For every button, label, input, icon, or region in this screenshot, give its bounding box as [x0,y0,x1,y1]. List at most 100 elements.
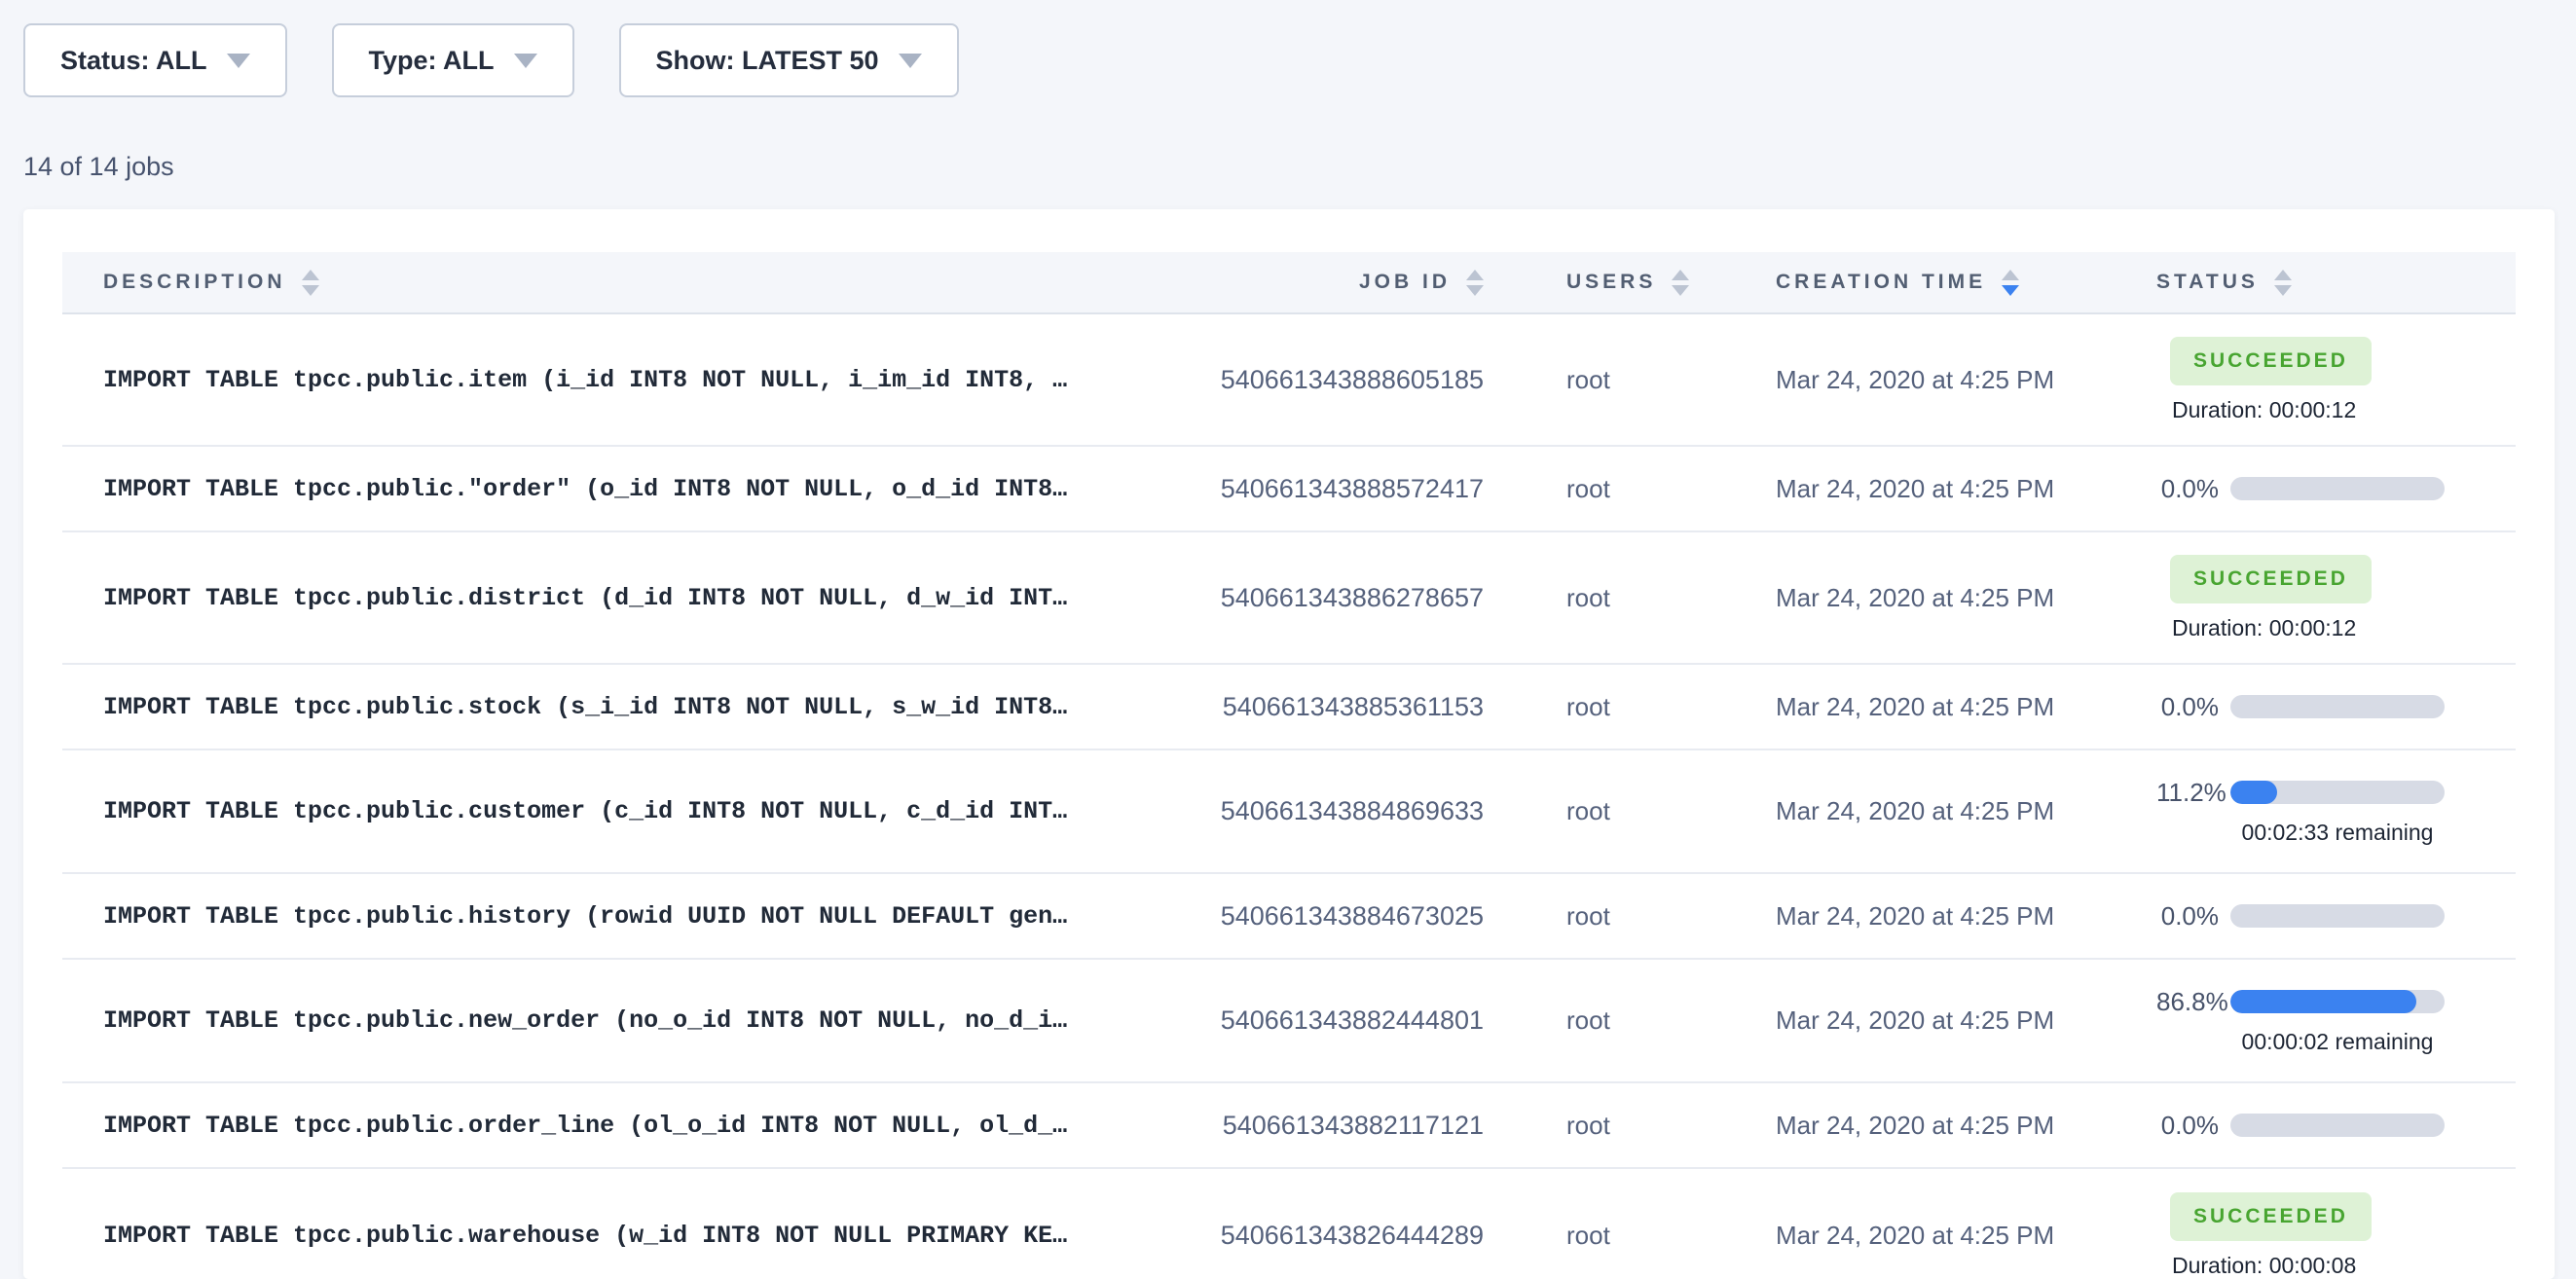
status-progress: 11.2% [2156,778,2516,808]
status-percent: 0.0% [2156,901,2219,932]
table-row: IMPORT TABLE tpcc.public.stock (s_i_id I… [62,665,2516,750]
job-id: 540661343884869633 [1149,796,1484,826]
status-duration: Duration: 00:00:08 [2172,1253,2516,1279]
status-progress: 0.0% [2156,1111,2516,1141]
job-id: 540661343882444801 [1149,1005,1484,1036]
job-creation-time: Mar 24, 2020 at 4:25 PM [1776,1221,2156,1251]
status-progress: 86.8% [2156,987,2516,1017]
job-description: IMPORT TABLE tpcc.public."order" (o_id I… [62,475,1149,503]
column-header-creation-time[interactable]: CREATION TIME [1776,270,2156,296]
status-remaining: 00:00:02 remaining [2230,1029,2445,1055]
job-id: 540661343884673025 [1149,901,1484,932]
status-duration: Duration: 00:00:12 [2172,615,2516,641]
table-row: IMPORT TABLE tpcc.public.order_line (ol_… [62,1083,2516,1169]
job-user: root [1484,1005,1776,1036]
column-header-status[interactable]: STATUS [2156,270,2516,296]
progress-bar [2230,904,2445,928]
progress-bar-fill [2230,990,2416,1013]
status-percent: 0.0% [2156,474,2219,504]
column-header-label: JOB ID [1359,271,1451,294]
chevron-down-icon [899,54,922,68]
status-progress: 0.0% [2156,901,2516,932]
job-user: root [1484,474,1776,504]
sort-arrows-icon [1672,270,1689,296]
job-description: IMPORT TABLE tpcc.public.history (rowid … [62,902,1149,931]
job-user: root [1484,583,1776,613]
progress-bar [2230,781,2445,804]
job-status-cell: 0.0% [2156,901,2516,932]
status-percent: 0.0% [2156,1111,2219,1141]
job-description: IMPORT TABLE tpcc.public.customer (c_id … [62,797,1149,825]
table-row: IMPORT TABLE tpcc.public."order" (o_id I… [62,447,2516,532]
chevron-down-icon [227,54,250,68]
table-row: IMPORT TABLE tpcc.public.new_order (no_o… [62,960,2516,1083]
column-header-label: CREATION TIME [1776,271,1986,294]
job-id: 540661343888572417 [1149,474,1484,504]
job-user: root [1484,365,1776,395]
progress-bar [2230,1114,2445,1137]
jobs-page: Status: ALL Type: ALL Show: LATEST 50 14… [0,0,2576,1279]
table-row: IMPORT TABLE tpcc.public.district (d_id … [62,532,2516,665]
job-status-cell: SUCCEEDEDDuration: 00:00:12 [2156,337,2516,423]
sort-arrows-icon [2274,270,2292,296]
job-id: 540661343888605185 [1149,365,1484,395]
job-creation-time: Mar 24, 2020 at 4:25 PM [1776,474,2156,504]
progress-bar [2230,990,2445,1013]
sort-arrows-icon [302,270,319,296]
filter-bar: Status: ALL Type: ALL Show: LATEST 50 [0,0,2576,97]
type-filter-dropdown[interactable]: Type: ALL [332,23,574,97]
sort-arrows-icon [2002,270,2019,296]
job-creation-time: Mar 24, 2020 at 4:25 PM [1776,796,2156,826]
job-user: root [1484,1111,1776,1141]
status-badge: SUCCEEDED [2170,555,2372,603]
table-row: IMPORT TABLE tpcc.public.customer (c_id … [62,750,2516,874]
progress-bar [2230,477,2445,500]
job-id: 540661343882117121 [1149,1111,1484,1141]
job-id: 540661343885361153 [1149,692,1484,722]
progress-bar-fill [2230,781,2277,804]
job-creation-time: Mar 24, 2020 at 4:25 PM [1776,1111,2156,1141]
job-user: root [1484,1221,1776,1251]
job-description: IMPORT TABLE tpcc.public.item (i_id INT8… [62,366,1149,394]
job-description: IMPORT TABLE tpcc.public.stock (s_i_id I… [62,693,1149,721]
job-status-cell: 0.0% [2156,474,2516,504]
status-remaining: 00:02:33 remaining [2230,820,2445,846]
job-description: IMPORT TABLE tpcc.public.new_order (no_o… [62,1006,1149,1035]
job-creation-time: Mar 24, 2020 at 4:25 PM [1776,583,2156,613]
table-row: IMPORT TABLE tpcc.public.history (rowid … [62,874,2516,960]
job-status-cell: 0.0% [2156,1111,2516,1141]
job-creation-time: Mar 24, 2020 at 4:25 PM [1776,1005,2156,1036]
table-header-row: DESCRIPTION JOB ID USERS CREATION TIME S… [62,252,2516,314]
job-creation-time: Mar 24, 2020 at 4:25 PM [1776,365,2156,395]
column-header-users[interactable]: USERS [1484,270,1776,296]
progress-bar [2230,695,2445,718]
column-header-description[interactable]: DESCRIPTION [62,270,1149,296]
job-status-cell: 86.8% 00:00:02 remaining [2156,987,2516,1055]
status-progress: 0.0% [2156,692,2516,722]
job-status-cell: 0.0% [2156,692,2516,722]
chevron-down-icon [514,54,537,68]
status-percent: 0.0% [2156,692,2219,722]
table-row: IMPORT TABLE tpcc.public.warehouse (w_id… [62,1169,2516,1279]
job-description: IMPORT TABLE tpcc.public.warehouse (w_id… [62,1222,1149,1250]
status-percent: 11.2% [2156,778,2219,808]
jobs-count: 14 of 14 jobs [23,152,2576,182]
column-header-label: USERS [1566,271,1656,294]
job-creation-time: Mar 24, 2020 at 4:25 PM [1776,692,2156,722]
table-body: IMPORT TABLE tpcc.public.item (i_id INT8… [62,314,2516,1279]
job-id: 540661343826444289 [1149,1221,1484,1251]
job-user: root [1484,901,1776,932]
jobs-table-card: DESCRIPTION JOB ID USERS CREATION TIME S… [23,209,2555,1279]
job-status-cell: SUCCEEDED Duration: 00:00:08 [2156,1192,2516,1279]
show-filter-dropdown[interactable]: Show: LATEST 50 [619,23,959,97]
status-badge: SUCCEEDED [2170,1192,2372,1241]
type-filter-label: Type: ALL [369,46,495,76]
job-status-cell: SUCCEEDED Duration: 00:00:12 [2156,555,2516,641]
status-filter-label: Status: ALL [60,46,207,76]
status-filter-dropdown[interactable]: Status: ALL [23,23,287,97]
job-user: root [1484,796,1776,826]
column-header-job-id[interactable]: JOB ID [1149,270,1484,296]
column-header-label: DESCRIPTION [103,271,286,294]
job-creation-time: Mar 24, 2020 at 4:25 PM [1776,901,2156,932]
job-id: 540661343886278657 [1149,583,1484,613]
